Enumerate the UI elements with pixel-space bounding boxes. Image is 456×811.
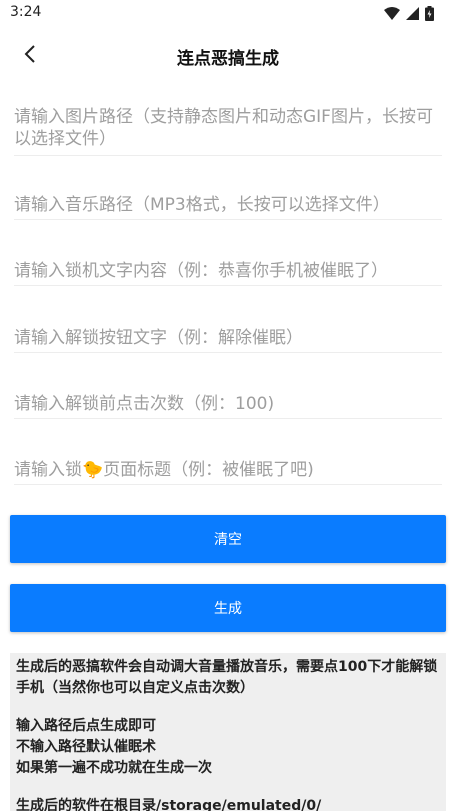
music-path-input[interactable]: [14, 194, 442, 216]
music-path-field[interactable]: [14, 194, 442, 220]
page-title-input[interactable]: [14, 459, 442, 481]
lock-text-field[interactable]: [14, 260, 442, 286]
generate-button[interactable]: 生成: [10, 584, 446, 632]
page-title-field[interactable]: [14, 459, 442, 485]
image-path-field[interactable]: [14, 106, 442, 156]
info-line: 输入路径后点生成即可: [16, 718, 156, 734]
info-line: 如果第一遍不成功就在生成一次: [16, 760, 212, 776]
signal-icon: [406, 6, 419, 20]
status-time: 3:24: [10, 4, 42, 20]
image-path-input[interactable]: [14, 106, 442, 152]
info-line: 不输入路径默认催眠术: [16, 739, 156, 755]
lock-text-input[interactable]: [14, 260, 442, 282]
click-count-field[interactable]: [14, 393, 442, 419]
page-title: 连点恶搞生成: [177, 49, 279, 69]
battery-icon: [425, 5, 434, 21]
wifi-icon: [384, 6, 400, 20]
click-count-input[interactable]: [14, 393, 442, 415]
info-line: 生成后的软件在根目录/storage/emulated/0/: [16, 798, 322, 811]
unlock-button-text-field[interactable]: [14, 327, 442, 353]
info-paragraph: 生成后的恶搞软件会自动调大音量播放音乐，需要点100下才能解锁手机（当然你也可以…: [16, 659, 438, 696]
clear-button[interactable]: 清空: [10, 515, 446, 563]
status-icons: [384, 4, 434, 22]
status-bar: 3:24: [0, 0, 456, 26]
unlock-button-text-input[interactable]: [14, 327, 442, 349]
app-bar: 连点恶搞生成: [0, 32, 456, 78]
info-box: 生成后的恶搞软件会自动调大音量播放音乐，需要点100下才能解锁手机（当然你也可以…: [10, 653, 446, 811]
